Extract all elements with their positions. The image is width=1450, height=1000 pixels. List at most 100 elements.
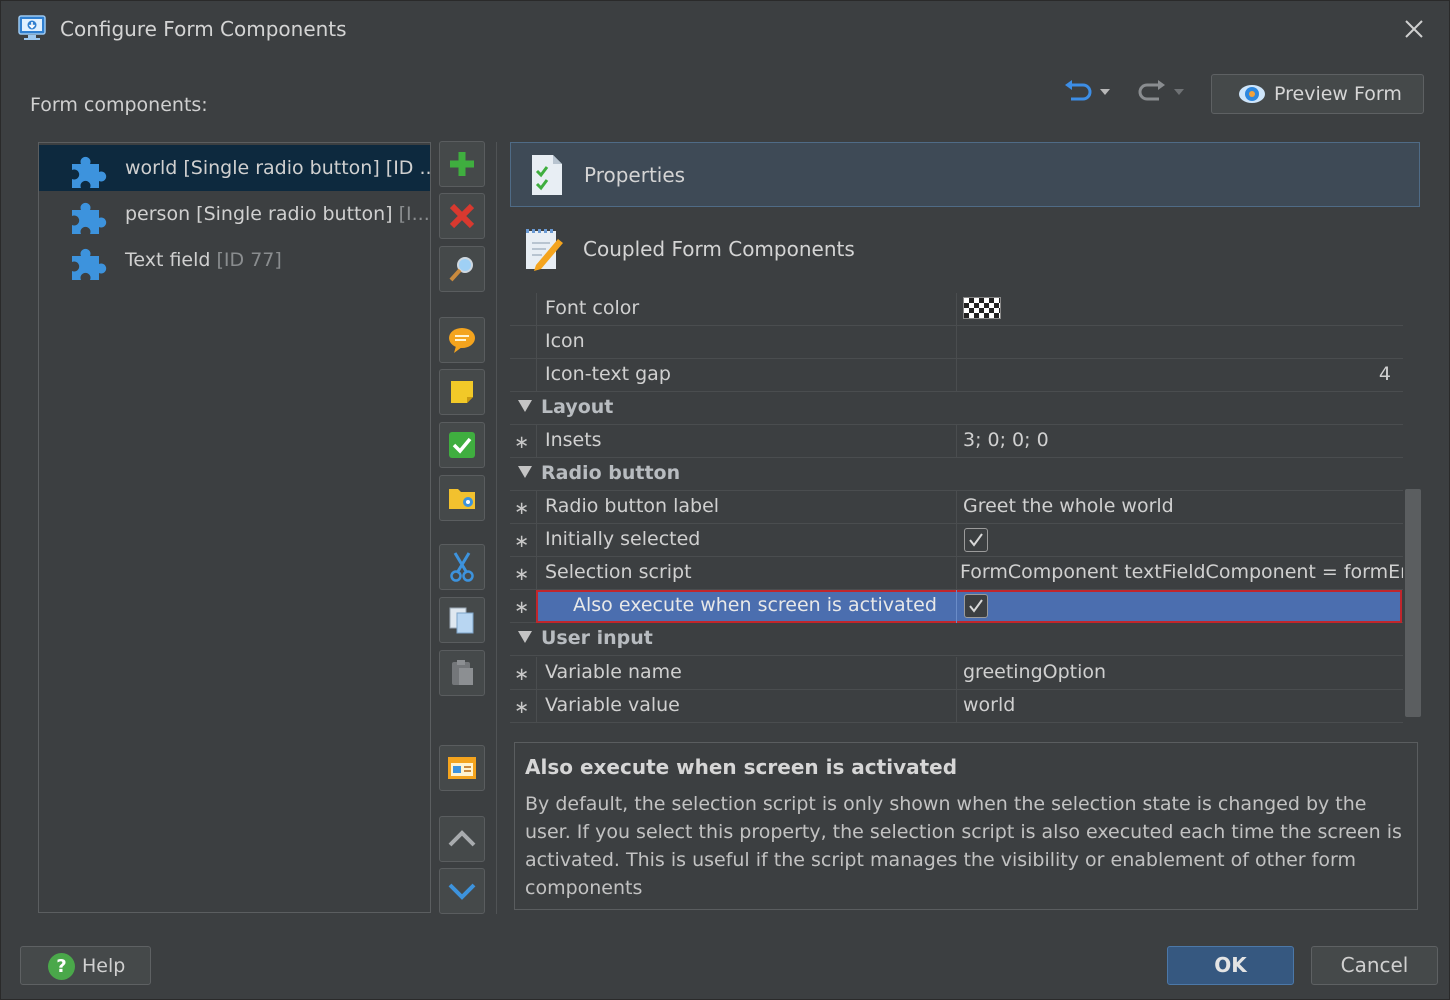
- comment-icon: [449, 328, 475, 353]
- delete-button[interactable]: [439, 193, 485, 239]
- property-name: Selection script: [545, 561, 692, 583]
- comment-button[interactable]: [439, 317, 485, 363]
- property-row-selection-script[interactable]: ∗ Selection script FormComponent textFie…: [510, 557, 1403, 590]
- collapse-triangle-icon[interactable]: [518, 466, 532, 478]
- section-layout[interactable]: Layout: [510, 392, 1403, 425]
- preview-form-label: Preview Form: [1274, 83, 1402, 105]
- asterisk-icon: ∗: [514, 498, 530, 519]
- help-label: Help: [82, 955, 126, 977]
- cancel-button[interactable]: Cancel: [1311, 946, 1438, 985]
- preview-form-button[interactable]: Preview Form: [1211, 74, 1424, 114]
- pane-divider[interactable]: [496, 142, 497, 914]
- component-id: [I...: [398, 203, 430, 225]
- property-value[interactable]: 3; 0; 0; 0: [963, 429, 1049, 451]
- move-up-button[interactable]: [439, 816, 485, 862]
- component-name: world [Single radio button] [ID ...: [125, 157, 430, 179]
- property-name: Also execute when screen is activated: [573, 594, 937, 616]
- window-title: Configure Form Components: [60, 17, 347, 41]
- property-value[interactable]: greetingOption: [963, 661, 1106, 683]
- tab-coupled-components[interactable]: Coupled Form Components: [510, 217, 1420, 281]
- section-radio-button[interactable]: Radio button: [510, 458, 1403, 491]
- property-row-icon[interactable]: Icon: [510, 326, 1403, 359]
- component-name: person [Single radio button]: [125, 203, 399, 225]
- help-icon: ?: [48, 953, 75, 980]
- property-name: Initially selected: [545, 528, 701, 550]
- property-grid-scrollbar[interactable]: [1405, 489, 1421, 717]
- collapse-triangle-icon[interactable]: [518, 631, 532, 643]
- tab-coupled-label: Coupled Form Components: [583, 237, 855, 261]
- description-body: By default, the selection script is only…: [525, 793, 1402, 899]
- puzzle-icon: [72, 202, 107, 234]
- property-row-icon-text-gap[interactable]: Icon-text gap 4: [510, 359, 1403, 392]
- property-name: Radio button label: [545, 495, 720, 517]
- paste-button[interactable]: [439, 650, 485, 696]
- title-bar: Configure Form Components: [1, 1, 1450, 59]
- dialog-window: Configure Form Components Form component…: [0, 0, 1450, 1000]
- property-value[interactable]: Greet the whole world: [963, 495, 1174, 517]
- also-execute-checkbox[interactable]: [964, 594, 988, 618]
- cut-icon: [450, 552, 474, 582]
- checkmark-icon: [969, 533, 983, 547]
- help-button[interactable]: ? Help: [20, 946, 151, 985]
- delete-icon: [449, 203, 475, 229]
- form-components-list[interactable]: world [Single radio button] [ID ... pers…: [38, 142, 431, 913]
- property-row-variable-name[interactable]: ∗ Variable name greetingOption: [510, 657, 1403, 690]
- property-row-variable-value[interactable]: ∗ Variable value world: [510, 690, 1403, 723]
- chevron-down-icon: [1174, 89, 1184, 95]
- ok-button[interactable]: OK: [1167, 946, 1294, 985]
- close-icon[interactable]: [1398, 13, 1430, 45]
- form-components-label: Form components:: [30, 94, 208, 116]
- asterisk-icon: ∗: [514, 597, 530, 618]
- asterisk-icon: ∗: [514, 664, 530, 685]
- chevron-down-icon: [1100, 89, 1110, 95]
- property-row-font-color[interactable]: Font color: [510, 293, 1403, 326]
- section-title: Layout: [541, 396, 614, 418]
- puzzle-icon: [72, 156, 107, 188]
- collapse-triangle-icon[interactable]: [518, 400, 532, 412]
- copy-button[interactable]: [439, 597, 485, 643]
- cut-button[interactable]: [439, 544, 485, 590]
- find-button[interactable]: [439, 246, 485, 292]
- component-id: [ID 77]: [216, 249, 282, 271]
- property-name: Icon: [545, 330, 585, 352]
- note-icon: [451, 381, 473, 403]
- note-button[interactable]: [439, 369, 485, 415]
- edit-note-icon: [526, 229, 563, 271]
- undo-button[interactable]: [1063, 79, 1111, 105]
- property-row-radio-label[interactable]: ∗ Radio button label Greet the whole wor…: [510, 491, 1403, 524]
- list-item[interactable]: world [Single radio button] [ID ...: [39, 145, 430, 191]
- list-item[interactable]: person [Single radio button] [I...: [39, 191, 430, 237]
- property-value[interactable]: FormComponent textFieldComponent = formE…: [960, 561, 1403, 583]
- redo-button[interactable]: [1137, 79, 1185, 105]
- paste-icon: [452, 660, 473, 685]
- folder-button[interactable]: [439, 475, 485, 521]
- property-value[interactable]: world: [963, 694, 1015, 716]
- search-icon: [449, 257, 473, 282]
- property-name: Icon-text gap: [545, 363, 671, 385]
- color-swatch[interactable]: [963, 297, 1001, 319]
- property-row-initially-selected[interactable]: ∗ Initially selected: [510, 524, 1403, 557]
- component-name: Text field: [125, 249, 217, 271]
- property-name: Insets: [545, 429, 602, 451]
- property-name: Variable name: [545, 661, 682, 683]
- tab-properties[interactable]: Properties: [510, 142, 1420, 207]
- section-title: User input: [541, 627, 653, 649]
- copy-icon: [449, 607, 474, 634]
- property-row-also-execute[interactable]: ∗ Also execute when screen is activated: [510, 590, 1403, 623]
- move-down-button[interactable]: [439, 868, 485, 914]
- screen-icon: [448, 757, 476, 779]
- property-value[interactable]: 4: [1379, 363, 1391, 385]
- eye-icon: [1239, 85, 1265, 103]
- description-title: Also execute when screen is activated: [525, 755, 958, 779]
- property-row-insets[interactable]: ∗ Insets 3; 0; 0; 0: [510, 425, 1403, 458]
- initially-selected-checkbox[interactable]: [964, 528, 988, 552]
- add-button[interactable]: [439, 141, 485, 187]
- screen-button[interactable]: [439, 745, 485, 791]
- redo-icon: [1138, 80, 1165, 101]
- list-item[interactable]: Text field [ID 77]: [39, 237, 430, 283]
- validate-button[interactable]: [439, 422, 485, 468]
- section-title: Radio button: [541, 462, 681, 484]
- undo-icon: [1065, 80, 1092, 101]
- section-user-input[interactable]: User input: [510, 623, 1403, 656]
- chevron-up-icon: [448, 830, 476, 847]
